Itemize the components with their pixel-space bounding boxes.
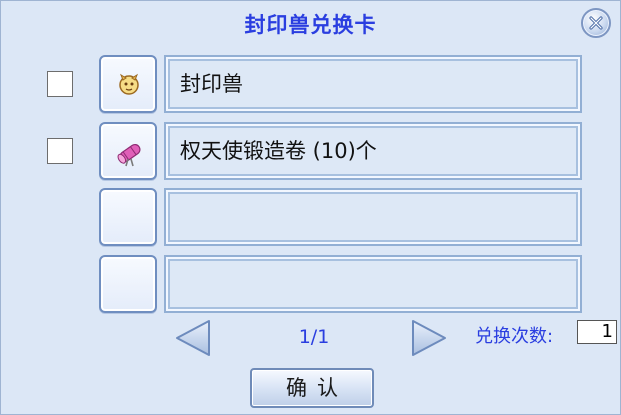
arrow-right-icon [412, 320, 446, 356]
item-icon-slot[interactable] [99, 55, 157, 113]
item-name-field: 封印兽 [164, 55, 582, 113]
item-name-field [164, 188, 582, 246]
sealed-beast-icon [119, 73, 139, 95]
item-name-field [164, 255, 582, 313]
item-name-field: 权天使锻造卷 (10)个 [164, 122, 582, 180]
forge-scroll-icon [117, 143, 141, 167]
item-icon-slot[interactable] [99, 122, 157, 180]
item-row [1, 254, 620, 313]
close-x-icon [589, 16, 603, 30]
item-checkbox[interactable] [47, 71, 73, 97]
item-row: 封印兽 [1, 54, 620, 113]
exchange-count-label: 兑换次数: [475, 326, 554, 347]
item-icon-slot[interactable] [99, 188, 157, 246]
item-row [1, 187, 620, 246]
next-page-button[interactable] [409, 318, 449, 358]
item-checkbox[interactable] [47, 138, 73, 164]
exchange-dialog: 封印兽兑换卡 封印兽 权天使锻造卷 (10)个 1/1 兑换次数: 1 确认 [0, 0, 621, 415]
dialog-title: 封印兽兑换卡 [244, 13, 377, 37]
arrow-left-icon [176, 320, 210, 356]
prev-page-button[interactable] [173, 318, 213, 358]
item-icon-slot[interactable] [99, 255, 157, 313]
confirm-button[interactable]: 确认 [250, 368, 374, 408]
page-indicator: 1/1 [298, 326, 330, 348]
exchange-count-input[interactable]: 1 [577, 320, 617, 344]
close-button[interactable] [581, 8, 611, 38]
item-row: 权天使锻造卷 (10)个 [1, 121, 620, 180]
